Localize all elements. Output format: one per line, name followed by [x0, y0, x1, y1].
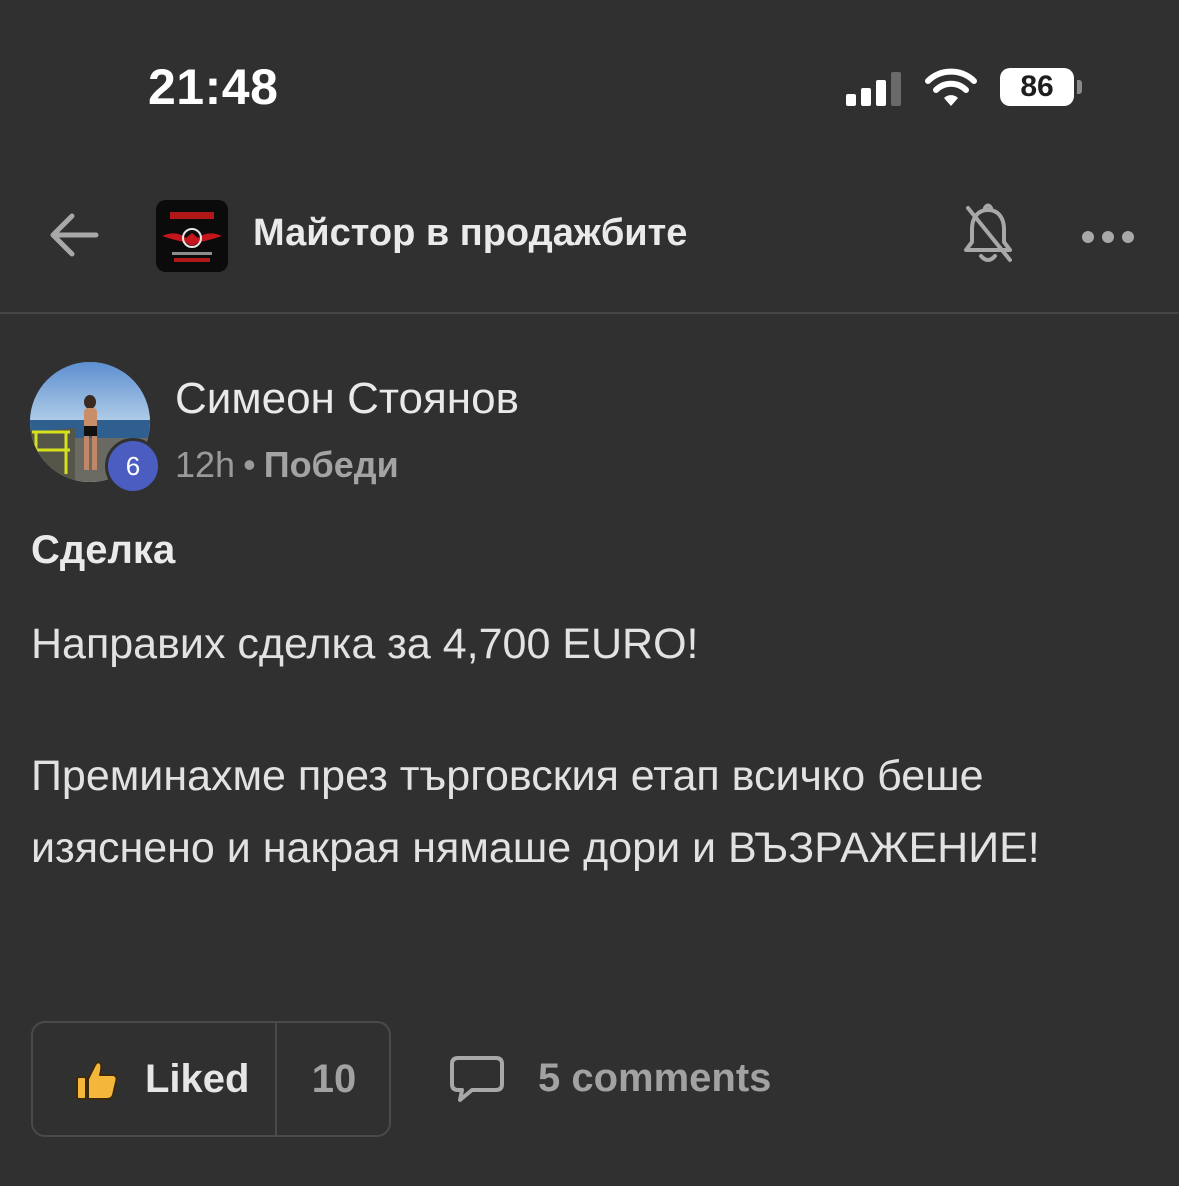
post-meta: 12h • Победи [175, 444, 399, 486]
post-paragraph: Преминахме през търговския етап всичко б… [31, 752, 1040, 872]
comments-label: 5 comments [538, 1056, 772, 1100]
like-label: Liked [145, 1057, 250, 1101]
meta-separator: • [243, 444, 256, 485]
wifi-icon [925, 68, 977, 106]
comments-button[interactable]: 5 comments [448, 1050, 808, 1110]
speech-bubble-icon [450, 1056, 504, 1102]
author-name[interactable]: Симеон Стоянов [175, 374, 519, 424]
arrow-left-icon[interactable] [48, 212, 100, 258]
app-screen: 21:48 86 Майстор в продажбите 6 Симеон С… [0, 0, 1179, 1186]
post-category[interactable]: Победи [264, 444, 399, 485]
battery-icon: 86 [1000, 68, 1074, 106]
group-header: Майстор в продажбите [0, 160, 1179, 314]
group-title[interactable]: Майстор в продажбите [253, 212, 687, 255]
status-time: 21:48 [148, 59, 279, 115]
level-badge: 6 [105, 438, 161, 494]
like-control: Liked 10 [31, 1021, 391, 1137]
more-horizontal-icon[interactable] [1080, 224, 1136, 250]
signal-icon [846, 72, 906, 106]
thumbs-up-icon [76, 1061, 118, 1100]
post-paragraph: Направих сделка за 4,700 EURO! [31, 620, 699, 668]
group-logo[interactable] [156, 200, 228, 272]
post-time: 12h [175, 444, 236, 485]
battery-tip [1077, 80, 1082, 94]
bell-muted-icon[interactable] [960, 202, 1016, 268]
like-count[interactable]: 10 [277, 1023, 391, 1135]
like-button[interactable]: Liked [33, 1023, 275, 1135]
post-title: Сделка [31, 528, 176, 572]
status-icons: 86 [842, 64, 1092, 114]
